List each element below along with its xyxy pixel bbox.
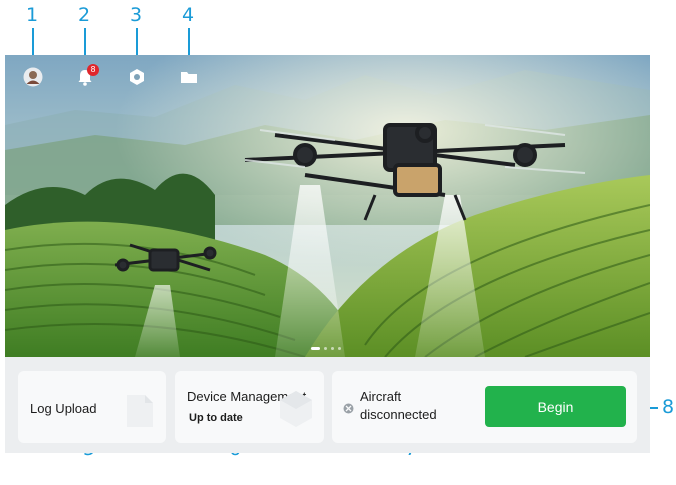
callout-8: 8 [662, 396, 675, 418]
device-management-status: Up to date [189, 412, 243, 424]
disconnected-icon [343, 401, 354, 419]
settings-hex-icon[interactable] [127, 67, 147, 87]
app-screen: 8 Log Upload Device Management Up to dat… [5, 55, 650, 453]
log-upload-title: Log Upload [30, 401, 97, 416]
callout-1: 1 [26, 4, 39, 26]
aircraft-card: Aircraft disconnected Begin [332, 371, 637, 443]
log-upload-card[interactable]: Log Upload [18, 371, 166, 443]
callout-line-3 [136, 28, 138, 58]
hero-banner[interactable]: 8 [5, 55, 650, 357]
carousel-dot[interactable] [338, 347, 341, 350]
callout-2: 2 [78, 4, 91, 26]
callout-3: 3 [130, 4, 143, 26]
callout-line-1 [32, 28, 34, 58]
callout-line-2 [84, 28, 86, 58]
cube-icon [278, 389, 314, 434]
device-management-card[interactable]: Device Management Up to date [175, 371, 324, 443]
document-icon [125, 393, 155, 434]
callout-line-4 [188, 28, 190, 58]
folder-icon[interactable] [179, 67, 199, 87]
carousel-indicator[interactable] [311, 347, 341, 350]
begin-button[interactable]: Begin [485, 386, 626, 427]
carousel-dot[interactable] [331, 347, 334, 350]
hero-illustration [5, 55, 650, 357]
carousel-dot[interactable] [324, 347, 327, 350]
carousel-dot-active[interactable] [311, 347, 320, 350]
notification-badge: 8 [87, 64, 99, 76]
aircraft-status-line2: disconnected [360, 407, 437, 422]
aircraft-status-line1: Aircraft [360, 389, 402, 404]
callout-4: 4 [182, 4, 195, 26]
avatar[interactable] [23, 67, 43, 87]
